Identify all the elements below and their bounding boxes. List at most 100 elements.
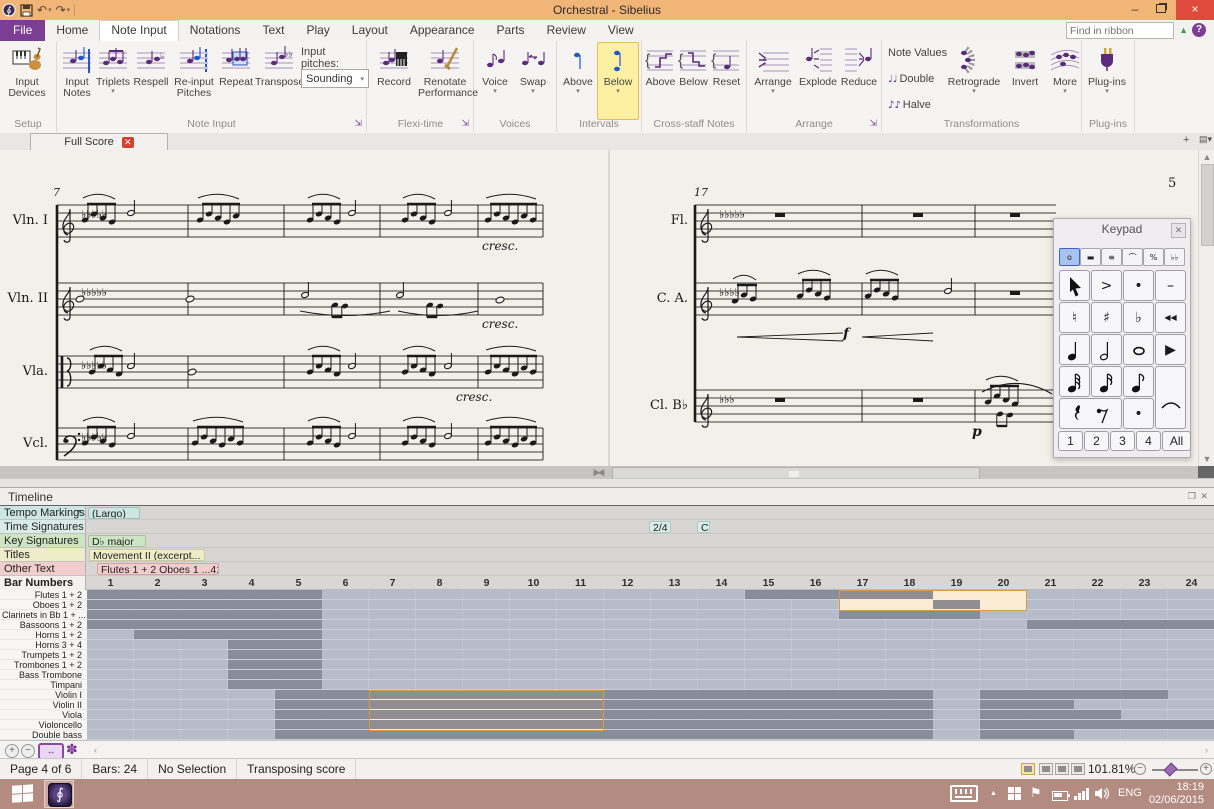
- collapse-ribbon-icon[interactable]: ▲: [1179, 25, 1188, 35]
- bar-numbers-ruler[interactable]: 1 2 3 4 5 6 7 8 9 10 11 12 13 14 15 16 17 18 19 20 21 22 23 24: [86, 576, 1214, 590]
- find-in-ribbon-input[interactable]: [1066, 22, 1174, 39]
- keypad-button-sixteenth-note[interactable]: [1091, 366, 1122, 397]
- timeline-row-label-time-signatures[interactable]: Time Signatures: [0, 520, 86, 534]
- tab-text[interactable]: Text: [251, 20, 295, 41]
- ribbon-button-voice[interactable]: Voice ▾: [476, 43, 514, 117]
- keypad-layout-tab-1[interactable]: o: [1059, 248, 1080, 266]
- keypad-button-tie[interactable]: [1155, 366, 1186, 429]
- timeline-activity-block[interactable]: [980, 690, 1168, 699]
- help-icon[interactable]: ?: [1192, 23, 1206, 37]
- minimize-button[interactable]: –: [1122, 0, 1148, 20]
- ribbon-button-swap[interactable]: Swap ▾: [514, 43, 552, 117]
- keypad-button-1[interactable]: 1: [1058, 431, 1083, 451]
- keypad-layout-tab-2[interactable]: ▬: [1080, 248, 1101, 266]
- timeline-activity-block[interactable]: [87, 600, 322, 609]
- restore-button[interactable]: [1148, 0, 1174, 20]
- keypad-button-staccato[interactable]: •: [1123, 270, 1154, 301]
- score-canvas[interactable]: ♭♭♭♭♭♭♭♭♭♭♭♭♭♭♭♭♭♭♭♭♭♭♭♭♭♭♭♭♭♭♭♭Vln. IVl…: [0, 150, 1214, 476]
- tab-review[interactable]: Review: [536, 20, 597, 41]
- keypad-layout-tab-4[interactable]: ⌒: [1122, 248, 1143, 266]
- keypad-button-quarter-note[interactable]: [1059, 334, 1090, 365]
- zoom-in-button[interactable]: +: [1200, 763, 1212, 775]
- timeline-row-label-other-text[interactable]: Other Text: [0, 562, 86, 576]
- timeline-instrument-clarinets-in-bb-1-[interactable]: Clarinets in Bb 1 + ...: [2, 610, 86, 620]
- timeline-activity-block[interactable]: [228, 680, 322, 689]
- network-signal-icon[interactable]: [1074, 788, 1089, 800]
- timeline-chip[interactable]: Movement II (excerpt...: [89, 549, 205, 561]
- tab-layout[interactable]: Layout: [341, 20, 399, 41]
- new-tab-button[interactable]: +: [1183, 134, 1189, 146]
- ribbon-button-invert[interactable]: Invert: [1004, 43, 1046, 117]
- ribbon-button-retrograde[interactable]: Retrograde ▾: [944, 43, 1004, 117]
- status-transposing-score[interactable]: Transposing score: [237, 759, 357, 779]
- dialog-launcher-icon[interactable]: ⇲: [354, 118, 362, 129]
- timeline-activity-block[interactable]: [228, 650, 322, 659]
- chevron-down-icon[interactable]: ▼: [75, 506, 82, 520]
- close-button[interactable]: ×: [1176, 0, 1214, 20]
- timeline-row-track-time-signatures[interactable]: 2/4 C: [86, 520, 1214, 534]
- timeline-instrument-flutes-1-2[interactable]: Flutes 1 + 2: [2, 590, 82, 600]
- ribbon-button-reduce[interactable]: Reduce: [839, 43, 879, 117]
- ribbon-button-transpose[interactable]: ♭♭ Transpose: [255, 43, 304, 117]
- keypad-button-whole-note[interactable]: [1123, 334, 1154, 365]
- keypad-button-rewind[interactable]: ◀◀: [1155, 302, 1186, 333]
- keypad-button-all[interactable]: All: [1162, 431, 1191, 451]
- scroll-right-icon[interactable]: ▶: [0, 467, 1196, 478]
- timeline-activity-block[interactable]: [1027, 620, 1214, 629]
- ribbon-button-more[interactable]: More ▾: [1046, 43, 1084, 117]
- timeline-activity-block[interactable]: [228, 670, 322, 679]
- keypad-button-rhythm-dot[interactable]: •: [1123, 398, 1154, 429]
- timeline-activity-block[interactable]: [980, 700, 1074, 709]
- keypad-layout-tab-5[interactable]: %: [1143, 248, 1164, 266]
- view-mode-icon-2[interactable]: [1039, 763, 1053, 775]
- ribbon-button-triplets[interactable]: Triplets ▾: [95, 43, 131, 117]
- status-page-4-of-6[interactable]: Page 4 of 6: [0, 759, 83, 779]
- timeline-grid[interactable]: [87, 589, 1214, 740]
- ribbon-button-re-input-pitches[interactable]: Re-input Pitches: [171, 43, 217, 117]
- ribbon-button-above[interactable]: {Above: [644, 43, 677, 117]
- tab-file[interactable]: File: [0, 20, 46, 41]
- timeline-row-label-tempo-markings[interactable]: Tempo Markings ▼: [0, 506, 86, 520]
- tab-play[interactable]: Play: [295, 20, 340, 41]
- ribbon-button-plug-ins[interactable]: Plug-ins ▾: [1084, 43, 1130, 117]
- tab-appearance[interactable]: Appearance: [399, 20, 486, 41]
- timeline-activity-block[interactable]: [980, 710, 1121, 719]
- keypad-button-thirtysecond-note[interactable]: [1059, 366, 1090, 397]
- keypad-button-2[interactable]: 2: [1084, 431, 1109, 451]
- view-mode-icon-4[interactable]: [1071, 763, 1085, 775]
- ribbon-button-input-notes[interactable]: Input Notes: [59, 43, 95, 117]
- horizontal-scrollbar[interactable]: ◀ ▶: [0, 466, 1198, 479]
- timeline-instrument-bass-trombone[interactable]: Bass Trombone: [2, 670, 82, 680]
- ribbon-button-arrange[interactable]: Arrange ▾: [749, 43, 797, 117]
- dialog-launcher-icon[interactable]: ⇲: [869, 118, 877, 129]
- keypad-button-flat[interactable]: ♭: [1123, 302, 1154, 333]
- timeline-chip[interactable]: 2/4: [649, 521, 671, 533]
- timeline-chip[interactable]: Flutes 1 + 2 Oboes 1 ...41...: [97, 563, 219, 575]
- tab-full-score[interactable]: Full Score ✕: [30, 133, 168, 150]
- timeline-activity-block[interactable]: [87, 590, 322, 599]
- timeline-instrument-trombones-1-2[interactable]: Trombones 1 + 2: [2, 660, 82, 670]
- timeline-row-label-key-signatures[interactable]: Key Signatures: [0, 534, 86, 548]
- timeline-close-icon[interactable]: ✕: [1200, 491, 1208, 502]
- ribbon-button-record[interactable]: Record: [370, 43, 418, 117]
- action-center-flag-icon[interactable]: ⚑: [1030, 786, 1042, 801]
- timeline-instrument-horns-3-4[interactable]: Horns 3 + 4: [2, 640, 82, 650]
- timeline-selection-box[interactable]: [839, 589, 1027, 611]
- timeline-activity-block[interactable]: [745, 590, 839, 599]
- transform-double[interactable]: ♩♩ Double: [888, 73, 934, 85]
- ribbon-button-above[interactable]: Above ▾: [559, 43, 597, 117]
- timeline-chip[interactable]: C: [697, 521, 710, 533]
- timeline-activity-block[interactable]: [275, 730, 933, 739]
- timeline-activity-block[interactable]: [228, 660, 322, 669]
- timeline-chip[interactable]: D♭ major: [88, 535, 146, 547]
- timeline-activity-block[interactable]: [980, 730, 1074, 739]
- timeline-instrument-violoncello[interactable]: Violoncello: [2, 720, 82, 730]
- keypad-layout-tab-6[interactable]: ♭♭: [1164, 248, 1185, 266]
- volume-icon[interactable]: [1094, 787, 1110, 805]
- timeline-activity-block[interactable]: [980, 720, 1214, 729]
- start-button[interactable]: [12, 784, 34, 804]
- keypad-button-rest[interactable]: [1059, 398, 1122, 429]
- keypad-button-4[interactable]: 4: [1136, 431, 1161, 451]
- timeline-instrument-horns-1-2[interactable]: Horns 1 + 2: [2, 630, 82, 640]
- ribbon-button-reset[interactable]: {Reset: [710, 43, 743, 117]
